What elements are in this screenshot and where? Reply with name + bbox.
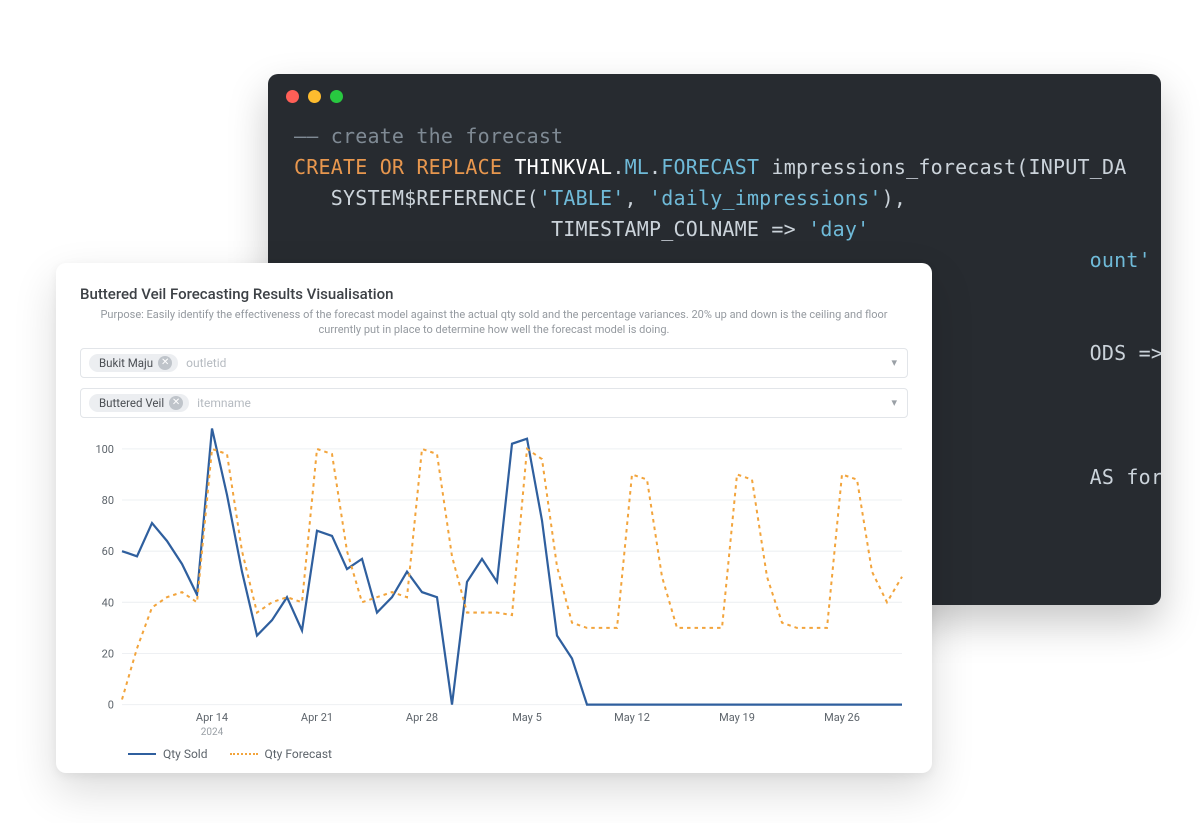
filter-chip-outlet[interactable]: Bukit Maju ✕ <box>89 354 178 372</box>
filter-placeholder: outletid <box>186 356 226 370</box>
legend-swatch-solid <box>128 753 156 755</box>
svg-text:0: 0 <box>108 698 114 711</box>
filter-itemname[interactable]: Buttered Veil ✕ itemname ▾ <box>80 388 908 418</box>
chart-legend: Qty Sold Qty Forecast <box>80 743 908 765</box>
remove-chip-icon[interactable]: ✕ <box>169 396 183 410</box>
forecast-chart: 0 20 40 60 80 100 Apr 14 Apr 21 Apr 28 May 5 May 1… <box>80 428 908 743</box>
svg-text:20: 20 <box>102 647 114 660</box>
svg-text:May 19: May 19 <box>719 711 755 724</box>
legend-label: Qty Forecast <box>265 747 332 761</box>
svg-text:May 5: May 5 <box>512 711 542 724</box>
filter-placeholder: itemname <box>197 396 251 410</box>
chip-label: Bukit Maju <box>99 356 153 370</box>
window-traffic-lights <box>268 74 1161 111</box>
chevron-down-icon[interactable]: ▾ <box>891 396 897 409</box>
svg-text:60: 60 <box>102 545 114 558</box>
svg-text:2024: 2024 <box>201 727 224 738</box>
svg-text:80: 80 <box>102 494 114 507</box>
minimize-icon[interactable] <box>308 90 321 103</box>
filter-outletid[interactable]: Bukit Maju ✕ outletid ▾ <box>80 348 908 378</box>
legend-label: Qty Sold <box>163 747 208 761</box>
svg-text:Apr 21: Apr 21 <box>301 711 333 724</box>
svg-text:Apr 28: Apr 28 <box>406 711 438 724</box>
svg-text:Apr 14: Apr 14 <box>196 711 228 724</box>
card-purpose: Purpose: Easily identify the effectivene… <box>94 307 894 338</box>
svg-text:May 12: May 12 <box>614 711 650 724</box>
close-icon[interactable] <box>286 90 299 103</box>
legend-item-sold: Qty Sold <box>128 747 208 761</box>
forecast-results-card: Buttered Veil Forecasting Results Visual… <box>56 263 932 773</box>
legend-item-forecast: Qty Forecast <box>230 747 332 761</box>
chevron-down-icon[interactable]: ▾ <box>891 356 897 369</box>
legend-swatch-dotted <box>230 753 258 755</box>
svg-text:40: 40 <box>102 596 114 609</box>
card-title: Buttered Veil Forecasting Results Visual… <box>80 285 908 303</box>
remove-chip-icon[interactable]: ✕ <box>158 356 172 370</box>
svg-text:May 26: May 26 <box>824 711 860 724</box>
maximize-icon[interactable] <box>330 90 343 103</box>
filter-chip-item[interactable]: Buttered Veil ✕ <box>89 394 189 412</box>
chip-label: Buttered Veil <box>99 396 164 410</box>
svg-text:100: 100 <box>95 443 114 456</box>
